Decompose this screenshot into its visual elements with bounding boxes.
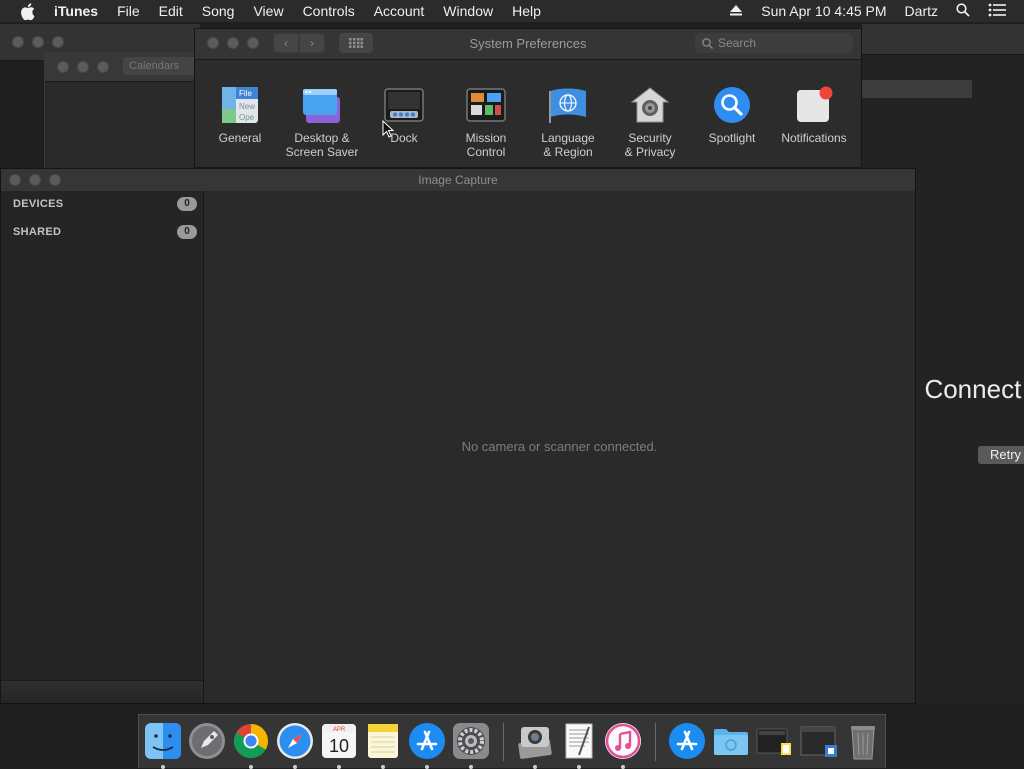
menu-file[interactable]: File	[117, 3, 140, 19]
pref-label: Dock	[390, 131, 418, 145]
section-label: SHARED	[13, 226, 62, 238]
pref-desktop-screen-saver[interactable]: Desktop & Screen Saver	[281, 85, 363, 159]
window-icon[interactable]	[799, 721, 839, 761]
imgcap-titlebar[interactable]: Image Capture	[1, 169, 915, 192]
pref-label: Notifications	[781, 131, 847, 145]
devices-section[interactable]: DEVICES 0	[13, 195, 197, 213]
syspref-search[interactable]	[695, 33, 853, 53]
notifications-icon	[793, 85, 835, 125]
toolbar-strip	[862, 80, 972, 98]
menu-extras: Sun Apr 10 4:45 PM Dartz	[729, 0, 1024, 22]
apple-icon[interactable]	[20, 2, 36, 20]
pref-label: General	[218, 131, 262, 145]
pref-label: Mission Control	[465, 131, 507, 159]
calendar-day: 10	[329, 736, 349, 756]
image-capture-icon[interactable]	[515, 721, 555, 769]
pref-label: Language & Region	[541, 131, 595, 159]
svg-text:File: File	[239, 89, 252, 98]
svg-text:New: New	[239, 102, 255, 111]
system-preferences-window[interactable]: ‹ › System Preferences File New Ope Genera…	[194, 28, 862, 168]
image-capture-window[interactable]: Image Capture DEVICES 0 SHARED 0 No came…	[0, 168, 916, 704]
chrome-icon[interactable]	[231, 721, 271, 769]
count-badge: 0	[177, 225, 197, 239]
pref-label: Spotlight	[708, 131, 756, 145]
window-controls[interactable]	[57, 61, 117, 73]
dock-separator	[503, 723, 504, 761]
pref-label: Desktop & Screen Saver	[285, 131, 359, 159]
calendar-icon[interactable]: APR 10	[319, 721, 359, 769]
security-icon	[629, 85, 671, 125]
menu-bar: iTunes File Edit Song View Controls Acco…	[0, 0, 1024, 22]
dock-icon	[383, 85, 425, 125]
count-badge: 0	[177, 197, 197, 211]
trash-icon[interactable]	[843, 721, 883, 761]
pref-mission-control[interactable]: Mission Control	[445, 85, 527, 159]
spotlight-search-icon[interactable]	[956, 2, 970, 20]
pref-language-region[interactable]: Language & Region	[527, 85, 609, 159]
pref-dock[interactable]: Dock	[363, 85, 445, 145]
menu-edit[interactable]: Edit	[159, 3, 183, 19]
menu-window[interactable]: Window	[443, 3, 493, 19]
search-icon	[702, 37, 713, 49]
menu-help[interactable]: Help	[512, 3, 541, 19]
system-preferences-icon[interactable]	[451, 721, 491, 769]
menu-account[interactable]: Account	[374, 3, 425, 19]
screenshot-icon[interactable]	[755, 721, 795, 761]
general-icon: File New Ope	[219, 85, 261, 125]
dock: APR 10	[138, 714, 886, 769]
menu-controls[interactable]: Controls	[303, 3, 355, 19]
syspref-titlebar[interactable]: ‹ › System Preferences	[195, 29, 861, 60]
language-icon	[547, 85, 589, 125]
pref-pane-row: File New Ope General Desktop & Screen Save…	[195, 77, 863, 167]
sidebar-footer	[1, 680, 203, 703]
imgcap-sidebar: DEVICES 0 SHARED 0	[1, 191, 204, 703]
shared-section[interactable]: SHARED 0	[13, 223, 197, 241]
window-controls[interactable]	[12, 36, 72, 48]
calendars-button[interactable]: Calendars	[123, 57, 203, 75]
pref-general[interactable]: File New Ope General	[199, 85, 281, 145]
connect-message: : Connect	[910, 374, 1022, 404]
app-store-folder-icon[interactable]	[667, 721, 707, 761]
imgcap-main: No camera or scanner connected.	[204, 191, 915, 703]
menu-app-name[interactable]: iTunes	[54, 3, 98, 19]
empty-message: No camera or scanner connected.	[461, 439, 658, 454]
search-input[interactable]	[718, 36, 838, 50]
eject-icon[interactable]	[729, 3, 743, 19]
folder-icon[interactable]	[711, 721, 751, 761]
svg-text:Ope: Ope	[239, 113, 255, 122]
calendar-month: APR	[333, 727, 346, 733]
finder-icon[interactable]	[143, 721, 183, 769]
menu-clock[interactable]: Sun Apr 10 4:45 PM	[761, 3, 886, 19]
mission-control-icon	[465, 85, 507, 125]
spotlight-icon	[711, 85, 753, 125]
desktop-icon	[301, 85, 343, 125]
menu-view[interactable]: View	[253, 3, 283, 19]
dock-separator	[655, 723, 656, 761]
launchpad-icon[interactable]	[187, 721, 227, 761]
notes-icon[interactable]	[363, 721, 403, 769]
section-label: DEVICES	[13, 198, 64, 210]
mouse-cursor	[382, 119, 395, 143]
app-store-icon[interactable]	[407, 721, 447, 769]
pref-notifications[interactable]: Notifications	[773, 85, 855, 145]
pref-security-privacy[interactable]: Security & Privacy	[609, 85, 691, 159]
safari-icon[interactable]	[275, 721, 315, 769]
pref-label: Security & Privacy	[624, 131, 676, 159]
notification-center-icon[interactable]	[988, 3, 1006, 20]
itunes-icon[interactable]	[603, 721, 643, 769]
menu-user[interactable]: Dartz	[905, 3, 938, 19]
imgcap-title: Image Capture	[418, 173, 498, 187]
pref-spotlight[interactable]: Spotlight	[691, 85, 773, 145]
retry-button[interactable]: Retry	[978, 446, 1024, 464]
textedit-icon[interactable]	[559, 721, 599, 769]
menu-song[interactable]: Song	[202, 3, 235, 19]
